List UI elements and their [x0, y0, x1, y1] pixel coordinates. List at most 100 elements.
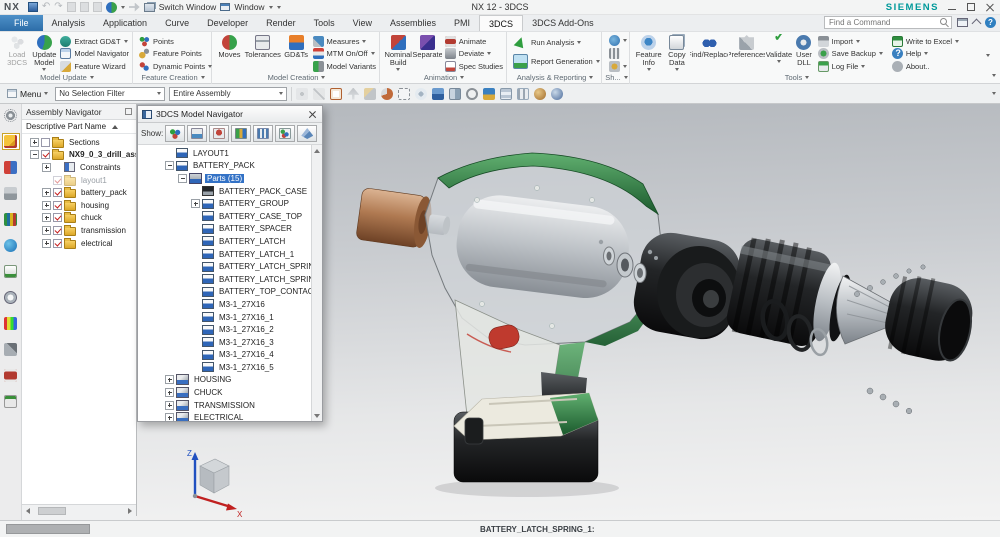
dcs-tree-row[interactable]: HOUSING: [141, 374, 311, 387]
assembly-tree-row[interactable]: battery_pack: [24, 186, 136, 199]
redo-icon[interactable]: ↷: [54, 2, 62, 12]
show-measures-button[interactable]: [231, 125, 251, 142]
layers-icon[interactable]: [500, 88, 512, 100]
visibility-checkbox[interactable]: [53, 226, 62, 235]
tolerances-button[interactable]: Tolerances: [244, 34, 282, 59]
menu-tab[interactable]: File: [0, 15, 43, 31]
ribbon-overflow-caret[interactable]: [986, 54, 990, 57]
dcs-tree-row[interactable]: BATTERY_GROUP: [141, 197, 311, 210]
close-button[interactable]: [984, 2, 996, 12]
menu-tab[interactable]: Tools: [305, 15, 344, 31]
expand-toggle[interactable]: [30, 150, 39, 159]
show-hide-1-button[interactable]: [607, 34, 629, 46]
window-split-icon[interactable]: [449, 88, 461, 100]
feature-points-button[interactable]: Feature Points: [137, 48, 214, 61]
assembly-tree-row[interactable]: Constraints: [24, 161, 136, 174]
points-button[interactable]: Points: [137, 35, 214, 48]
visibility-checkbox[interactable]: [53, 239, 62, 248]
expand-toggle[interactable]: [165, 375, 174, 384]
scroll-up-button[interactable]: [312, 145, 322, 156]
shaded-ball-icon[interactable]: [551, 88, 563, 100]
save-icon[interactable]: [28, 2, 38, 12]
dcs-tree-row[interactable]: M3-1_27X16_2: [141, 323, 311, 336]
render-style-icon[interactable]: [483, 88, 495, 100]
expand-toggle[interactable]: [165, 413, 174, 421]
show-mtm-button[interactable]: [275, 125, 295, 142]
assembly-tree-row[interactable]: Sections: [24, 136, 136, 149]
dynamic-points-button[interactable]: Dynamic Points: [137, 60, 214, 73]
dcs-tree-row[interactable]: M3-1_27X16: [141, 298, 311, 311]
point-dialog-icon[interactable]: [330, 88, 342, 100]
load-3dcs-button[interactable]: Load 3DCS: [4, 34, 30, 67]
group-label-animation[interactable]: Animation: [382, 72, 506, 83]
dcs-tree-row[interactable]: CHUCK: [141, 386, 311, 399]
minimize-ribbon-icon[interactable]: [972, 19, 982, 29]
scroll-down-button[interactable]: [312, 410, 322, 421]
menu-tab[interactable]: PMI: [445, 15, 479, 31]
about-button[interactable]: About..: [890, 60, 961, 73]
dcs-tree-row[interactable]: Parts (15): [141, 172, 311, 185]
menu-tab[interactable]: 3DCS: [479, 15, 523, 31]
resource-bar-item[interactable]: [2, 133, 20, 150]
group-label-show[interactable]: Sh...: [604, 72, 629, 83]
write-to-excel-button[interactable]: Write to Excel: [890, 35, 961, 48]
resource-bar-item[interactable]: [2, 315, 20, 332]
show-hide-3-button[interactable]: [607, 60, 629, 72]
vector-icon[interactable]: [347, 88, 359, 100]
dcs-tree-row[interactable]: ELECTRICAL: [141, 411, 311, 421]
assembly-tree-row[interactable]: housing: [24, 199, 136, 212]
assembly-tree-row[interactable]: layout1: [24, 174, 136, 187]
spec-studies-button[interactable]: Spec Studies: [443, 60, 505, 73]
full-screen-icon[interactable]: [957, 18, 968, 27]
menu-tab[interactable]: Developer: [198, 15, 257, 31]
rotate-view-icon[interactable]: [381, 88, 393, 100]
selection-scope-dropdown[interactable]: Entire Assembly: [169, 87, 287, 101]
expand-toggle[interactable]: [42, 239, 51, 248]
show-moves-button[interactable]: [209, 125, 229, 142]
model-variants-button[interactable]: Model Variants: [311, 60, 378, 73]
switch-window-button[interactable]: Switch Window: [159, 2, 217, 12]
gdts-button[interactable]: GD&Ts: [283, 34, 310, 59]
extract-gdt-button[interactable]: Extract GD&T: [58, 35, 131, 48]
window-menu-caret[interactable]: [269, 6, 273, 9]
dcs-tree-row[interactable]: BATTERY_LATCH_1: [141, 248, 311, 261]
update-model-button[interactable]: Update Model: [31, 34, 57, 71]
find-replace-button[interactable]: Find/Replace: [690, 34, 727, 59]
run-analysis-button[interactable]: Run Analysis: [511, 34, 583, 50]
group-label-analysis[interactable]: Analysis & Reporting: [509, 72, 601, 83]
mtm-onoff-button[interactable]: MTM On/Off: [311, 48, 378, 61]
visibility-checkbox[interactable]: [53, 213, 62, 222]
dcs-close-icon[interactable]: [307, 109, 318, 120]
resource-bar-item[interactable]: [2, 237, 20, 254]
expand-toggle[interactable]: [30, 138, 39, 147]
group-label-tools[interactable]: Tools: [632, 72, 962, 83]
deviate-button[interactable]: Deviate: [443, 48, 505, 61]
quick-access-overflow-caret[interactable]: [277, 6, 281, 9]
window-menu-button[interactable]: Window: [234, 2, 264, 12]
search-icon[interactable]: [940, 18, 949, 27]
visibility-checkbox[interactable]: [53, 176, 62, 185]
dcs-panel-titlebar[interactable]: 3DCS Model Navigator: [138, 106, 322, 123]
help-icon[interactable]: [985, 17, 996, 28]
material-sphere-icon[interactable]: [534, 88, 546, 100]
expand-toggle[interactable]: [165, 161, 174, 170]
menu-tab[interactable]: 3DCS Add-Ons: [523, 15, 603, 31]
scrollbar-thumb[interactable]: [38, 507, 66, 515]
menu-tab[interactable]: Render: [257, 15, 305, 31]
sync-icon[interactable]: [106, 2, 117, 13]
assembly-tree-row[interactable]: NX9_0_3_drill_assy_Syst: [24, 149, 136, 162]
show-points-button[interactable]: [165, 125, 185, 142]
dcs-tree-row[interactable]: BATTERY_PACK_CASE: [141, 185, 311, 198]
group-label-model-creation[interactable]: Model Creation: [214, 72, 379, 83]
expand-toggle[interactable]: [178, 174, 187, 183]
assembly-tree-row[interactable]: transmission: [24, 224, 136, 237]
user-dll-button[interactable]: User DLL: [793, 34, 814, 67]
validate-button[interactable]: Validate: [766, 34, 793, 63]
measures-button[interactable]: Measures: [311, 35, 378, 48]
visibility-checkbox[interactable]: [53, 188, 62, 197]
menu-tab[interactable]: Curve: [156, 15, 198, 31]
expand-toggle[interactable]: [42, 213, 51, 222]
touch-mode-icon[interactable]: [129, 3, 140, 12]
selection-filter-dropdown[interactable]: No Selection Filter: [55, 87, 165, 101]
resource-bar-item[interactable]: [2, 289, 20, 306]
